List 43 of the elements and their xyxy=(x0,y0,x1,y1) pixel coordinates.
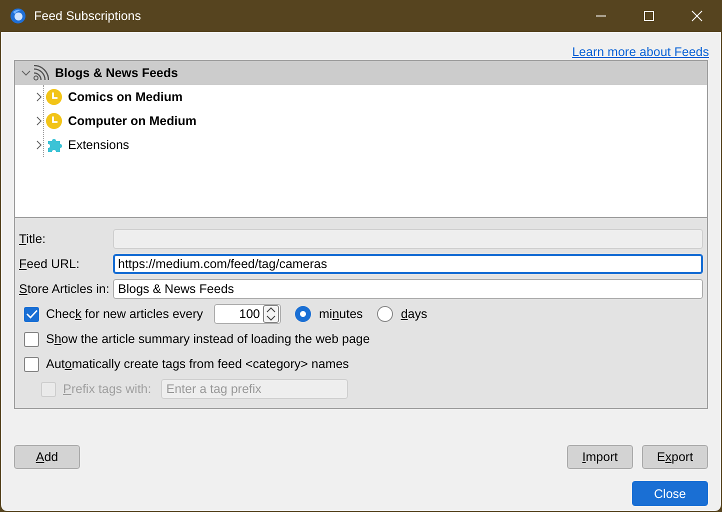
maximize-icon[interactable] xyxy=(643,10,655,22)
tree-label: Comics on Medium xyxy=(68,90,183,104)
chevron-icon xyxy=(34,116,44,126)
tree-label: Extensions xyxy=(68,138,130,152)
tree-item[interactable]: Comics on Medium xyxy=(16,85,707,109)
add-button[interactable]: Add xyxy=(14,445,80,469)
chevron-icon xyxy=(34,92,44,102)
puzzle-icon xyxy=(46,137,62,153)
clock-icon xyxy=(46,113,62,129)
text-field[interactable]: Blogs & News Feeds xyxy=(113,279,703,299)
spinner-arrows-icon[interactable] xyxy=(263,305,280,323)
checkbox[interactable] xyxy=(24,356,39,372)
field-label: Store Articles in: xyxy=(19,282,110,296)
tree-item[interactable]: Extensions xyxy=(16,133,707,157)
radio-button[interactable] xyxy=(295,306,312,322)
text-field[interactable]: https://medium.com/feed/tag/cameras xyxy=(113,254,703,274)
checkbox-label: Show the article summary instead of loading the web page xyxy=(46,332,370,346)
learn-more-link[interactable]: Learn more about Feeds xyxy=(572,45,709,59)
checkbox-label: Automatically create tags from feed <category> names xyxy=(46,357,349,371)
tree-item[interactable]: Computer on Medium xyxy=(16,109,707,133)
export-button[interactable]: Export xyxy=(642,445,708,469)
tree-label: Computer on Medium xyxy=(68,114,196,128)
close-button[interactable]: Close xyxy=(632,481,708,506)
radio-button[interactable] xyxy=(376,306,393,322)
window-title: Feed Subscriptions xyxy=(34,9,142,23)
tree-item[interactable]: Blogs & News Feeds xyxy=(15,61,707,85)
checkbox-label: Check for new articles every xyxy=(46,307,204,321)
rss-icon xyxy=(33,65,49,81)
clock-icon xyxy=(46,89,62,105)
app-icon xyxy=(10,8,26,24)
import-button[interactable]: Import xyxy=(567,445,633,469)
field-label: Feed URL: xyxy=(19,257,80,271)
number-spinner[interactable]: 100 xyxy=(214,304,282,324)
chevron-icon xyxy=(21,68,31,78)
checkbox[interactable] xyxy=(24,332,39,346)
radio-label: minutes xyxy=(319,307,363,321)
checkbox[interactable] xyxy=(24,306,39,322)
tree-label: Blogs & News Feeds xyxy=(55,66,178,80)
close-icon[interactable] xyxy=(691,10,703,22)
checkbox-label: Prefix tags with: xyxy=(63,382,152,396)
chevron-icon xyxy=(34,140,44,150)
radio-label: days xyxy=(400,307,428,321)
field-label: Title: xyxy=(19,232,47,246)
